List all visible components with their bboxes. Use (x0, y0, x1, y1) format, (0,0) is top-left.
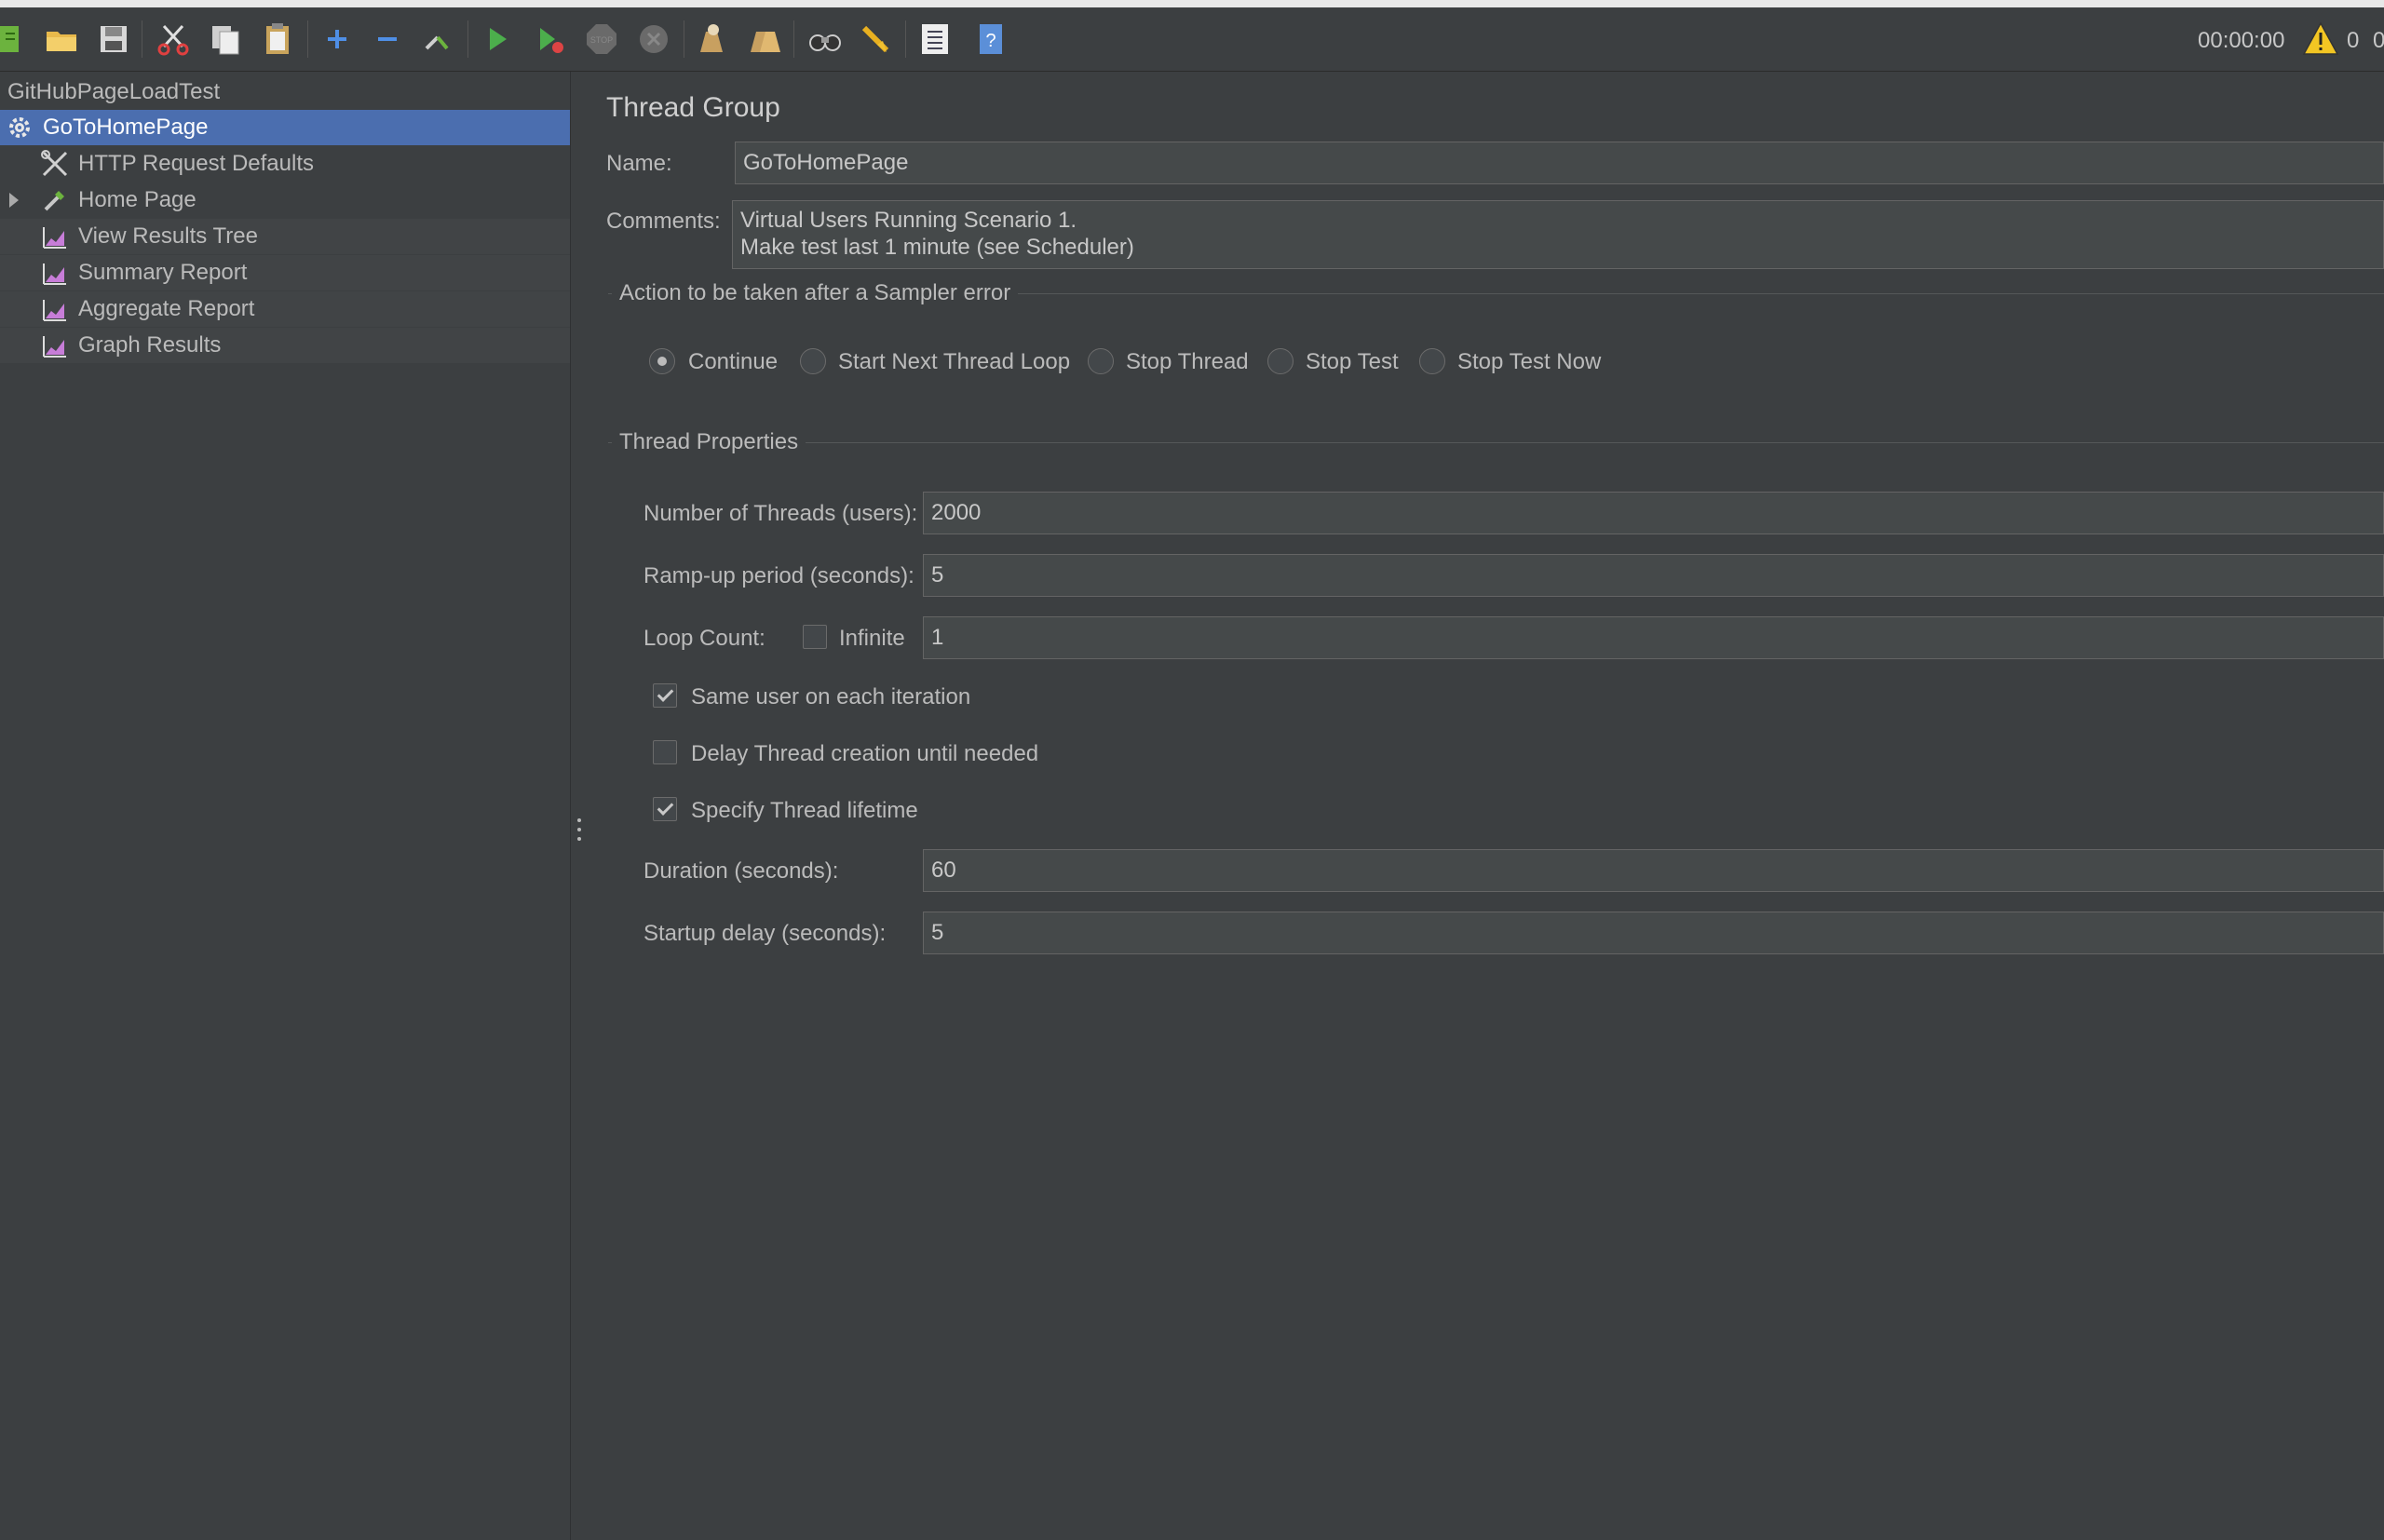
tree-item-home-page[interactable]: Home Page (0, 182, 570, 218)
warning-icon[interactable] (2302, 20, 2339, 58)
start-no-pauses-icon[interactable] (531, 20, 568, 58)
page-title: Thread Group (606, 92, 780, 123)
panel-splitter[interactable] (570, 72, 589, 1540)
radio-continue[interactable] (649, 348, 675, 374)
help-icon[interactable]: ? (972, 20, 1009, 58)
expand-icon[interactable] (318, 20, 356, 58)
search-icon[interactable] (806, 20, 844, 58)
delay-thread-creation-label[interactable]: Delay Thread creation until needed (691, 741, 1038, 767)
cut-icon[interactable] (155, 20, 192, 58)
threads-field[interactable]: 2000 (923, 492, 2384, 534)
tree-item-label: GoToHomePage (43, 115, 209, 140)
open-icon[interactable] (43, 20, 80, 58)
threads-label: Number of Threads (users): (643, 501, 918, 526)
error-count: 0 (2373, 28, 2384, 53)
infinite-checkbox[interactable] (803, 625, 827, 649)
thread-properties-border (608, 442, 2384, 443)
tree-item-label: Home Page (78, 187, 196, 212)
function-helper-icon[interactable] (916, 20, 954, 58)
svg-text:STOP: STOP (590, 35, 613, 45)
toolbar: STOP ? 00:00:00 0 0 (0, 7, 2384, 72)
loop-count-label: Loop Count: (643, 626, 765, 651)
comments-line: Virtual Users Running Scenario 1. (740, 208, 1077, 233)
clear-icon[interactable] (693, 20, 730, 58)
radio-stop-test-now[interactable] (1419, 348, 1445, 374)
specify-thread-lifetime-checkbox[interactable] (653, 797, 677, 821)
save-icon[interactable] (95, 20, 132, 58)
toolbar-separator (905, 20, 906, 58)
sampler-pipette-icon (39, 184, 71, 216)
thread-properties-title: Thread Properties (612, 429, 806, 455)
tree-item-label: Aggregate Report (78, 296, 255, 321)
tree-item-label: View Results Tree (78, 223, 258, 249)
radio-stop-test-label[interactable]: Stop Test (1306, 349, 1399, 375)
listener-chart-icon (39, 293, 71, 325)
specify-thread-lifetime-label[interactable]: Specify Thread lifetime (691, 798, 918, 824)
radio-start-next-thread-loop[interactable] (800, 348, 826, 374)
name-field[interactable]: GoToHomePage (735, 142, 2384, 184)
delay-thread-creation-checkbox[interactable] (653, 740, 677, 764)
same-user-label[interactable]: Same user on each iteration (691, 684, 970, 710)
tree-item-graph-results[interactable]: Graph Results (0, 328, 570, 363)
thread-group-gear-icon (4, 112, 35, 143)
action-group-title: Action to be taken after a Sampler error (612, 280, 1019, 306)
listener-chart-icon (39, 221, 71, 252)
same-user-checkbox[interactable] (653, 683, 677, 708)
radio-stop-thread-label[interactable]: Stop Thread (1126, 349, 1249, 375)
listener-chart-icon (39, 330, 71, 361)
radio-start-next-thread-loop-label[interactable]: Start Next Thread Loop (838, 349, 1070, 375)
reset-search-icon[interactable] (857, 20, 894, 58)
tree-item-summary-report[interactable]: Summary Report (0, 255, 570, 290)
toolbar-separator (307, 20, 308, 58)
warning-count: 0 (2347, 28, 2360, 53)
duration-field[interactable]: 60 (923, 849, 2384, 892)
comments-field[interactable]: Virtual Users Running Scenario 1. Make t… (732, 200, 2384, 269)
thread-group-panel: Thread Group Name: GoToHomePage Comments… (588, 72, 2384, 1540)
svg-text:?: ? (985, 31, 996, 51)
collapse-icon[interactable] (369, 20, 406, 58)
toggle-icon[interactable] (419, 20, 456, 58)
tree-root-label: GitHubPageLoadTest (7, 79, 221, 104)
rampup-field[interactable]: 5 (923, 554, 2384, 597)
radio-continue-label[interactable]: Continue (688, 349, 778, 375)
rampup-label: Ramp-up period (seconds): (643, 563, 914, 588)
tree-item-gotohomepage[interactable]: GoToHomePage (0, 110, 570, 145)
loop-count-field[interactable]: 1 (923, 616, 2384, 659)
shutdown-icon[interactable] (635, 20, 672, 58)
tree-item-label: Summary Report (78, 260, 248, 285)
duration-label: Duration (seconds): (643, 858, 839, 884)
toolbar-separator (467, 20, 468, 58)
tree-root[interactable]: GitHubPageLoadTest (0, 74, 570, 110)
toolbar-separator (793, 20, 794, 58)
window-top-strip (0, 0, 2384, 7)
startup-delay-field[interactable]: 5 (923, 912, 2384, 954)
elapsed-timer: 00:00:00 (2198, 28, 2285, 53)
start-icon[interactable] (479, 20, 516, 58)
paste-icon[interactable] (259, 20, 296, 58)
infinite-label[interactable]: Infinite (839, 626, 905, 652)
radio-stop-test[interactable] (1267, 348, 1294, 374)
clear-all-icon[interactable] (745, 20, 782, 58)
new-icon[interactable] (0, 20, 30, 58)
listener-chart-icon (39, 257, 71, 289)
copy-icon[interactable] (207, 20, 244, 58)
splitter-grip-icon[interactable] (577, 818, 581, 841)
test-plan-tree: GitHubPageLoadTest GoToHomePage HTTP Req… (0, 72, 570, 1540)
config-tools-icon (39, 148, 71, 180)
radio-stop-test-now-label[interactable]: Stop Test Now (1457, 349, 1601, 375)
comments-label: Comments: (606, 209, 721, 234)
tree-item-aggregate-report[interactable]: Aggregate Report (0, 291, 570, 327)
tree-item-label: HTTP Request Defaults (78, 151, 314, 176)
stop-icon[interactable]: STOP (583, 20, 620, 58)
name-label: Name: (606, 151, 672, 176)
tree-item-http-request-defaults[interactable]: HTTP Request Defaults (0, 146, 570, 182)
startup-delay-label: Startup delay (seconds): (643, 921, 887, 946)
tree-item-view-results-tree[interactable]: View Results Tree (0, 219, 570, 254)
tree-item-label: Graph Results (78, 332, 222, 358)
expand-arrow-icon[interactable] (9, 193, 19, 208)
radio-stop-thread[interactable] (1088, 348, 1114, 374)
comments-line: Make test last 1 minute (see Scheduler) (740, 235, 1134, 260)
